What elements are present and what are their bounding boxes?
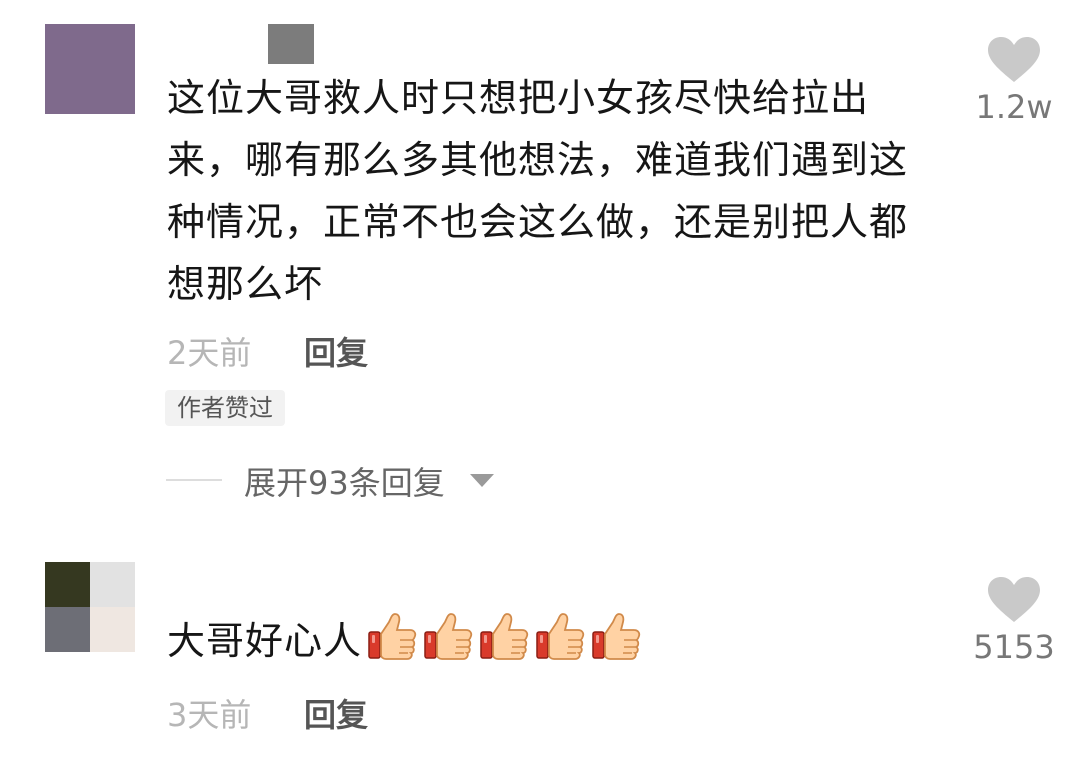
heart-icon[interactable] xyxy=(987,576,1041,624)
expand-replies-button[interactable]: 展开93条回复 xyxy=(244,458,445,504)
like-count: 1.2w xyxy=(975,88,1053,126)
username[interactable] xyxy=(268,24,314,64)
comment-time: 3天前 xyxy=(167,696,252,734)
like-count: 5153 xyxy=(973,628,1055,666)
divider xyxy=(166,479,222,481)
thumbs-up-icon xyxy=(536,613,585,660)
thumbs-up-icon xyxy=(480,613,529,660)
thumbs-up-icon xyxy=(424,613,473,660)
heart-icon[interactable] xyxy=(987,36,1041,84)
reply-button[interactable]: 回复 xyxy=(304,690,368,736)
avatar[interactable] xyxy=(45,562,135,652)
author-liked-badge: 作者赞过 xyxy=(165,390,285,426)
chevron-down-icon[interactable] xyxy=(470,474,494,487)
emoji-row xyxy=(362,613,642,663)
thumbs-up-icon xyxy=(592,613,641,660)
thumbs-up-icon xyxy=(368,613,417,660)
comment-text: 大哥好心人 xyxy=(167,610,937,672)
comment-time: 2天前 xyxy=(167,334,252,372)
reply-button[interactable]: 回复 xyxy=(304,328,368,374)
avatar[interactable] xyxy=(45,24,135,114)
comment-text-content: 大哥好心人 xyxy=(167,619,363,663)
comment-text: 这位大哥救人时只想把小女孩尽快给拉出来，哪有那么多其他想法，难道我们遇到这种情况… xyxy=(167,76,909,306)
